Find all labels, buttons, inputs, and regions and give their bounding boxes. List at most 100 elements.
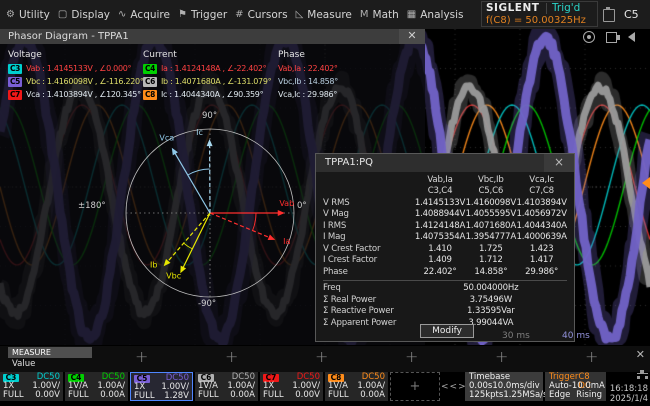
add-measurement-icon[interactable]: +	[315, 347, 328, 366]
modify-button[interactable]: Modify	[420, 324, 474, 338]
svg-text:Vca: Vca	[159, 134, 174, 143]
channel-box-c8[interactable]: C8DC501V/A1.00A/FULL0.00A	[325, 372, 388, 401]
measure-close-icon[interactable]: ✕	[636, 348, 645, 361]
pq-value-cell: 1.4044340A	[516, 221, 567, 231]
channel-bandwidth: FULL	[328, 391, 349, 400]
axis-label-0: 0°	[297, 201, 307, 211]
timebase-box[interactable]: Timebase 0.00s10.0ms/div 125kpts1.25MSa/…	[465, 372, 543, 401]
menu-item-display[interactable]: ▢ Display	[54, 0, 114, 29]
pq-value-cell: 1.4088944V	[415, 209, 466, 219]
svg-text:Ia: Ia	[283, 237, 290, 246]
channel-box-c7[interactable]: C7DC501X1.00V/FULL0.00V	[260, 372, 323, 401]
channel-bandwidth: FULL	[68, 391, 89, 400]
channel-box-c3[interactable]: C3DC501X1.00V/FULL0.00V	[0, 372, 63, 401]
trigger-box[interactable]: TriggerC8 DC Auto-10.0mA EdgeRising	[545, 372, 606, 401]
channel-box-c6[interactable]: C6DC501V/A1.00A/FULL0.00A	[195, 372, 258, 401]
menu-item-analysis[interactable]: ▦Analysis	[403, 0, 468, 29]
channel-offset: 1.28V	[164, 392, 189, 401]
add-measurement-icon[interactable]: +	[135, 347, 148, 366]
pq-value-cell: 1.423	[516, 244, 567, 254]
menu-item-acquire[interactable]: ∿Acquire	[114, 0, 174, 29]
pq-column-header: Vab,Ia	[415, 175, 466, 185]
menu-item-measure[interactable]: ◺Measure	[292, 0, 356, 29]
trigger-level-marker[interactable]	[642, 177, 650, 189]
table-row: Phase22.402°14.858°29.986°	[323, 266, 567, 278]
table-row: Vab,IaVbc,IbVca,Ic	[323, 174, 567, 186]
menu-item-math[interactable]: MMath	[356, 0, 403, 29]
oscilloscope-screen: 30 ms40 ms ⚙Utility▢Display∿Acquire⚑Trig…	[0, 0, 650, 406]
channel-offset: 0.00V	[295, 391, 320, 400]
add-measurement-icon[interactable]: +	[495, 347, 508, 366]
pq-summary-value: 50.004000Hz	[415, 283, 567, 293]
add-measurement-icon[interactable]: +	[405, 347, 418, 366]
pq-value-cell: 1.4160098V	[465, 198, 516, 208]
add-channel-box[interactable]: +	[390, 372, 440, 401]
pq-channel-header: C3,C4	[415, 186, 466, 196]
time-axis-label: 40 ms	[562, 331, 590, 341]
add-measurement-icon[interactable]: +	[585, 347, 598, 366]
add-measurement-icon[interactable]: +	[225, 347, 238, 366]
channel-box-row: FULL0.00A	[68, 391, 125, 400]
menu-item-cursors[interactable]: #Cursors	[231, 0, 291, 29]
gear-icon: ⚙	[6, 9, 15, 20]
trigger-status: Trig'd	[552, 2, 580, 14]
channel-bandwidth: FULL	[134, 392, 155, 401]
channel-box-c5[interactable]: C5DC501X1.00V/FULL1.28V	[130, 372, 193, 401]
frequency-readout: f(C8) = 50.00325Hz	[486, 15, 586, 26]
pq-summary-label: Σ Apparent Power	[323, 318, 415, 328]
channel-strip: C3DC501X1.00V/FULL0.00VC4DC501V/A1.00A/F…	[0, 372, 650, 406]
table-row: V Crest Factor1.4101.7251.423	[323, 243, 567, 255]
pq-summary-label: Σ Reactive Power	[323, 306, 415, 316]
svg-text:Ic: Ic	[196, 128, 203, 137]
pq-dialog-titlebar[interactable]: TPPA1:PQ ×	[316, 154, 574, 172]
table-row: I RMS1.4124148A1.4071680A1.4044340A	[323, 220, 567, 232]
active-channel-label[interactable]: C5	[624, 8, 639, 21]
svg-text:Vab: Vab	[279, 199, 294, 208]
table-row: V RMS1.4145133V1.4160098V1.4103894V	[323, 197, 567, 209]
flag-icon: ⚑	[178, 9, 187, 20]
menu-item-utility[interactable]: ⚙Utility	[2, 0, 54, 29]
brand-logo: SIGLENT	[486, 2, 539, 14]
frame-icon[interactable]	[606, 32, 617, 43]
menu-bar: ⚙Utility ▢ Display ∿Acquire ⚑ Trigger #Cursors…	[0, 0, 650, 29]
trigger-slope: Rising	[576, 391, 602, 400]
pq-dialog-title: TPPA1:PQ	[325, 157, 373, 168]
pq-separator	[323, 280, 567, 281]
channel-box-row: FULL0.00V	[263, 391, 320, 400]
channel-box-row: FULL0.00V	[3, 391, 60, 400]
pq-value-cell: 1.410	[415, 244, 466, 254]
table-row: I Crest Factor1.4091.7121.417	[323, 255, 567, 267]
channel-offset: 0.00V	[35, 391, 60, 400]
table-row: C3,C4C5,C6C7,C8	[323, 186, 567, 198]
table-row: Freq50.004000Hz	[323, 283, 567, 295]
pq-value-cell: 1.4124148A	[415, 221, 466, 231]
trigger-type: Edge	[549, 391, 570, 400]
menu-item-label: Acquire	[130, 9, 170, 21]
timebase-rate: 1.25MSa/s	[503, 391, 547, 400]
pq-dialog-close-icon[interactable]: ×	[544, 154, 574, 172]
grid-toolbar	[572, 31, 635, 43]
pq-row-label: Phase	[323, 267, 415, 277]
menu-item-label: Trigger	[191, 9, 227, 21]
speaker-icon[interactable]	[628, 32, 635, 42]
pq-value-cell: 1.4056972V	[516, 209, 567, 219]
menu-item-trigger[interactable]: ⚑ Trigger	[174, 0, 231, 29]
channel-box-c4[interactable]: C4DC501V/A1.00A/FULL0.00A	[65, 372, 128, 401]
record-icon[interactable]	[583, 31, 595, 43]
menu-item-label: Display	[71, 9, 110, 21]
clock-time: 16:18:18	[607, 384, 648, 394]
pq-value-cell: 1.4071680A	[465, 221, 516, 231]
pq-table: Vab,IaVbc,IbVca,IcC3,C4C5,C6C7,C8V RMS1.…	[316, 172, 574, 329]
pq-value-cell: 1.4000639A	[516, 232, 567, 242]
pq-summary-label: Freq	[323, 283, 415, 293]
pq-column-header: Vca,Ic	[516, 175, 567, 185]
axis-label-minus90: -90°	[198, 299, 216, 309]
svg-text:Vbc: Vbc	[166, 272, 181, 281]
pq-column-header: Vbc,Ib	[465, 175, 516, 185]
ruler-icon: ◺	[296, 9, 304, 20]
timebase-points: 125kpts	[469, 391, 503, 400]
measure-tab[interactable]: MEASURE	[8, 347, 92, 358]
pq-value-cell: 1.4055595V	[465, 209, 516, 219]
monitor-icon: ▢	[58, 9, 67, 20]
pq-summary-value: 1.33595Var	[415, 306, 567, 316]
